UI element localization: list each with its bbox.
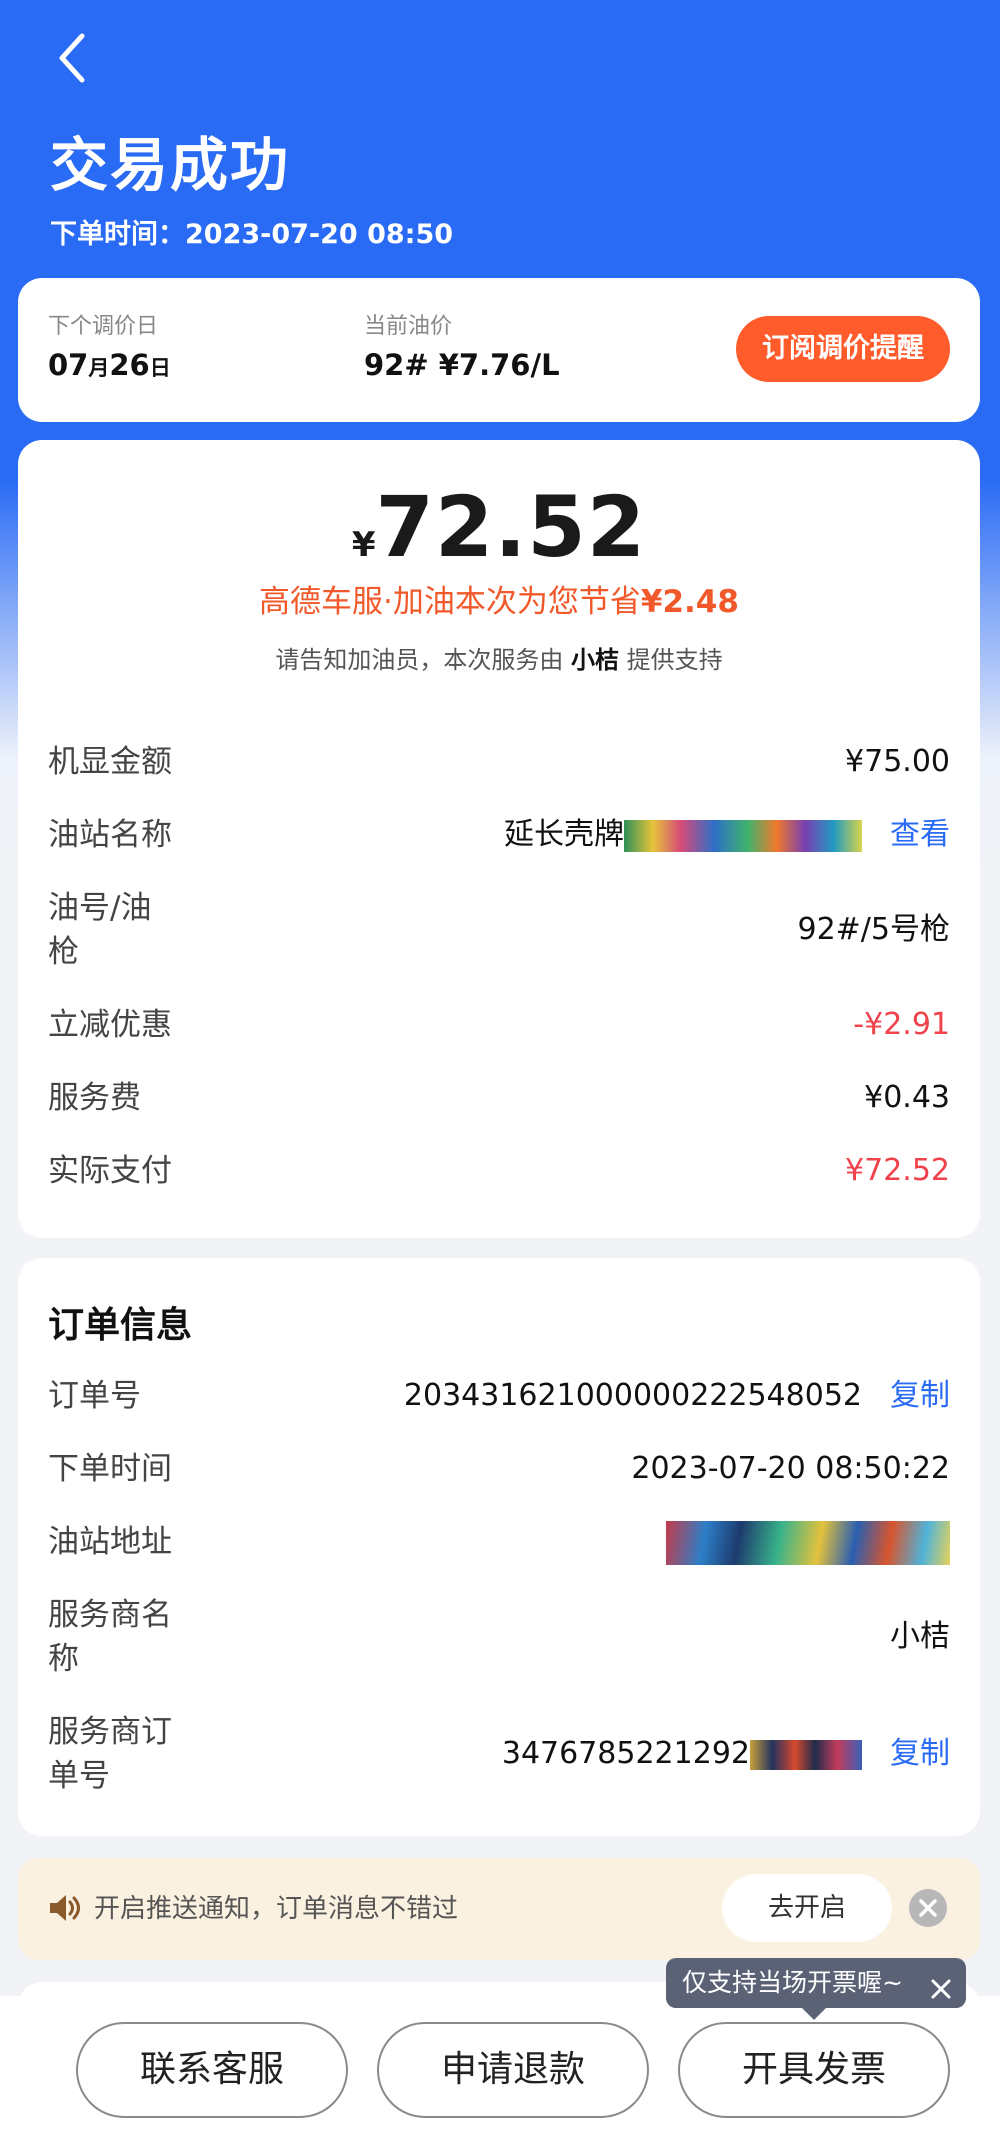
detail-row-service-fee: 服务费 ¥0.43	[48, 1076, 950, 1120]
detail-row-discount: 立减优惠 -¥2.91	[48, 1003, 950, 1047]
row-value-group: 3476785221292 复制	[502, 1732, 950, 1776]
page-title: 交易成功	[50, 131, 291, 199]
service-support-line: 请告知加油员，本次服务由 小桔 提供支持	[18, 640, 980, 675]
row-label: 订单号	[48, 1378, 141, 1414]
row-value-group	[666, 1520, 950, 1565]
close-icon[interactable]	[908, 1888, 948, 1928]
support-suffix: 提供支持	[619, 646, 723, 674]
row-value: 92#/5号枪	[797, 912, 950, 947]
push-notice-bar: 开启推送通知，订单消息不错过 去开启	[18, 1858, 980, 1960]
back-arrow-icon[interactable]	[50, 28, 100, 88]
detail-row-fuel-gun: 油号/油 枪 92#/5号枪	[48, 886, 950, 974]
header: 交易成功 下单时间：2023-07-20 08:50	[0, 0, 1000, 270]
close-icon[interactable]	[928, 1969, 954, 1999]
order-number: 20343162100000022254805​2	[403, 1378, 862, 1413]
row-label: 实际支付	[48, 1153, 172, 1189]
savings-amount: ¥2.48	[640, 584, 739, 620]
paid-amount: ¥72.52	[18, 478, 980, 576]
detail-row-actual-paid: 实际支付 ¥72.52	[48, 1149, 950, 1193]
bottom-action-bar: 联系客服 申请退款 开具发票	[0, 1996, 1000, 2150]
next-adjust-label: 下个调价日	[48, 314, 159, 339]
savings-text: 高德车服·加油本次为您节省	[259, 584, 641, 620]
row-label: 油号/油 枪	[48, 890, 152, 970]
row-label: 服务商名 称	[48, 1597, 172, 1677]
row-value: ¥75.00	[845, 744, 950, 779]
support-provider: 小桔	[571, 646, 619, 674]
tooltip-arrow	[800, 2006, 828, 2020]
order-row-provider: 服务商名 称 小桔	[48, 1593, 950, 1681]
row-label: 立减优惠	[48, 1007, 172, 1043]
request-refund-button[interactable]: 申请退款	[377, 2022, 649, 2118]
tooltip-text: 仅支持当场开票喔~	[682, 1968, 903, 1997]
redacted-image	[666, 1520, 950, 1565]
row-value-group: 延长壳牌 查看	[504, 813, 950, 857]
row-label: 油站名称	[48, 817, 172, 853]
price-notice-card: 下个调价日 07月26日 当前油价 92# ¥7.76/L 订阅调价提醒	[18, 278, 980, 422]
detail-row-machine-amount: 机显金额 ¥75.00	[48, 740, 950, 784]
copy-provider-order-button[interactable]: 复制	[890, 1736, 950, 1771]
current-price-value: 92# ¥7.76/L	[364, 348, 560, 382]
row-label: 服务费	[48, 1080, 141, 1116]
station-name: 延长壳牌	[504, 817, 624, 852]
current-price-label: 当前油价	[364, 314, 453, 339]
row-label: 机显金额	[48, 744, 172, 780]
contact-service-button[interactable]: 联系客服	[76, 2022, 348, 2118]
row-value: ¥72.52	[845, 1153, 950, 1188]
issue-invoice-button[interactable]: 开具发票	[678, 2022, 950, 2118]
enable-push-button[interactable]: 去开启	[722, 1874, 892, 1942]
row-value: 小桔	[890, 1619, 950, 1654]
section-title: 订单信息	[48, 1305, 193, 1346]
month-unit: 月	[88, 356, 110, 380]
row-label: 油站地址	[48, 1524, 172, 1560]
push-notice-text: 开启推送通知，订单消息不错过	[94, 1894, 459, 1924]
row-value-group: 20343162100000022254805​2 复制	[404, 1374, 950, 1418]
support-prefix: 请告知加油员，本次服务由	[275, 646, 571, 674]
detail-row-station-name: 油站名称 延长壳牌 查看	[48, 813, 950, 857]
next-adjust-date: 07月26日	[48, 348, 171, 382]
day-unit: 日	[149, 356, 171, 380]
order-row-provider-order: 服务商订 单号 3476785221292 复制	[48, 1710, 950, 1798]
order-time-summary: 下单时间：2023-07-20 08:50	[50, 219, 454, 250]
speaker-icon	[48, 1892, 82, 1928]
invoice-tooltip: 仅支持当场开票喔~	[666, 1958, 966, 2008]
row-label: 下单时间	[48, 1451, 172, 1487]
order-info-card: 订单信息 订单号 20343162100000022254805​2 复制 下单时…	[18, 1258, 980, 1836]
provider-order-number: 3476785221292	[501, 1736, 750, 1771]
subscribe-price-alert-button[interactable]: 订阅调价提醒	[736, 316, 950, 382]
row-label: 服务商订 单号	[48, 1714, 172, 1794]
view-station-link[interactable]: 查看	[890, 817, 950, 852]
order-row-number: 订单号 20343162100000022254805​2 复制	[48, 1374, 950, 1418]
order-row-address: 油站地址	[48, 1520, 950, 1565]
amount-value: 72.52	[375, 478, 647, 576]
redacted-image	[750, 1739, 862, 1770]
row-value: 2023-07-20 08:50:22	[631, 1451, 950, 1486]
savings-line: 高德车服·加油本次为您节省¥2.48	[18, 576, 980, 621]
row-value: ¥0.43	[864, 1080, 950, 1115]
row-value: -¥2.91	[853, 1007, 950, 1042]
currency-symbol: ¥	[351, 525, 376, 565]
redacted-image	[624, 819, 862, 852]
copy-order-number-button[interactable]: 复制	[890, 1378, 950, 1413]
next-adjust-day: 26	[109, 348, 150, 382]
payment-card: ¥72.52 高德车服·加油本次为您节省¥2.48 请告知加油员，本次服务由 小…	[18, 440, 980, 1238]
order-row-time: 下单时间 2023-07-20 08:50:22	[48, 1447, 950, 1491]
next-adjust-month: 07	[48, 348, 89, 382]
